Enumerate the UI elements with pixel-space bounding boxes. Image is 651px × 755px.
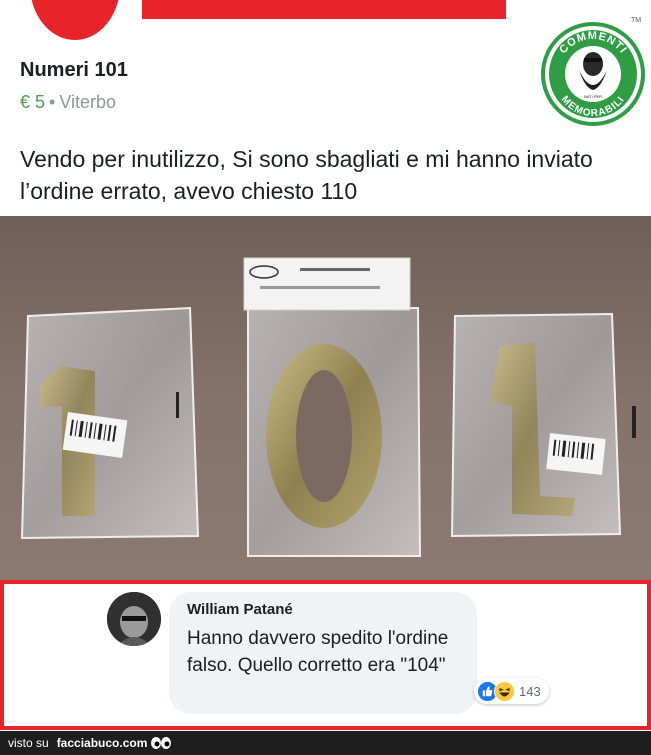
reactions-summary[interactable]: 143 [474,678,549,704]
footer-watermark: visto su facciabuco.com [0,731,651,755]
listing-price: € 5 [20,92,46,112]
listing-meta: € 5 • Viterbo [20,92,116,113]
meta-separator: • [49,92,56,112]
listing-title: Numeri 101 [20,59,128,81]
comment-author[interactable]: William Patané [187,601,293,618]
eyes-icon [151,737,172,749]
bag-center [243,257,422,557]
listing-location: Viterbo [59,92,117,112]
bag-pin [176,392,179,418]
avatar-image [107,592,161,646]
haha-icon [494,680,515,702]
red-circle-decoration [30,0,120,40]
bag-left [20,306,200,540]
red-bar-decoration [142,0,506,19]
badge-inner-text: NATI PER [584,94,602,99]
listing-description: Vendo per inutilizzo, Si sono sbagliati … [20,146,593,204]
comment-text: Hanno davvero spedito l'ordine falso. Qu… [187,628,449,676]
footer-prefix: visto su [8,736,49,750]
footer-site[interactable]: facciabuco.com [57,736,148,750]
reaction-count: 143 [519,683,541,699]
commenti-memorabili-logo: TM COMMENTI MEMORABILI NATI PER [541,17,645,126]
avatar[interactable] [107,592,161,646]
bag-right [450,312,636,538]
product-photo [0,216,651,582]
trademark-label: TM [631,17,641,24]
